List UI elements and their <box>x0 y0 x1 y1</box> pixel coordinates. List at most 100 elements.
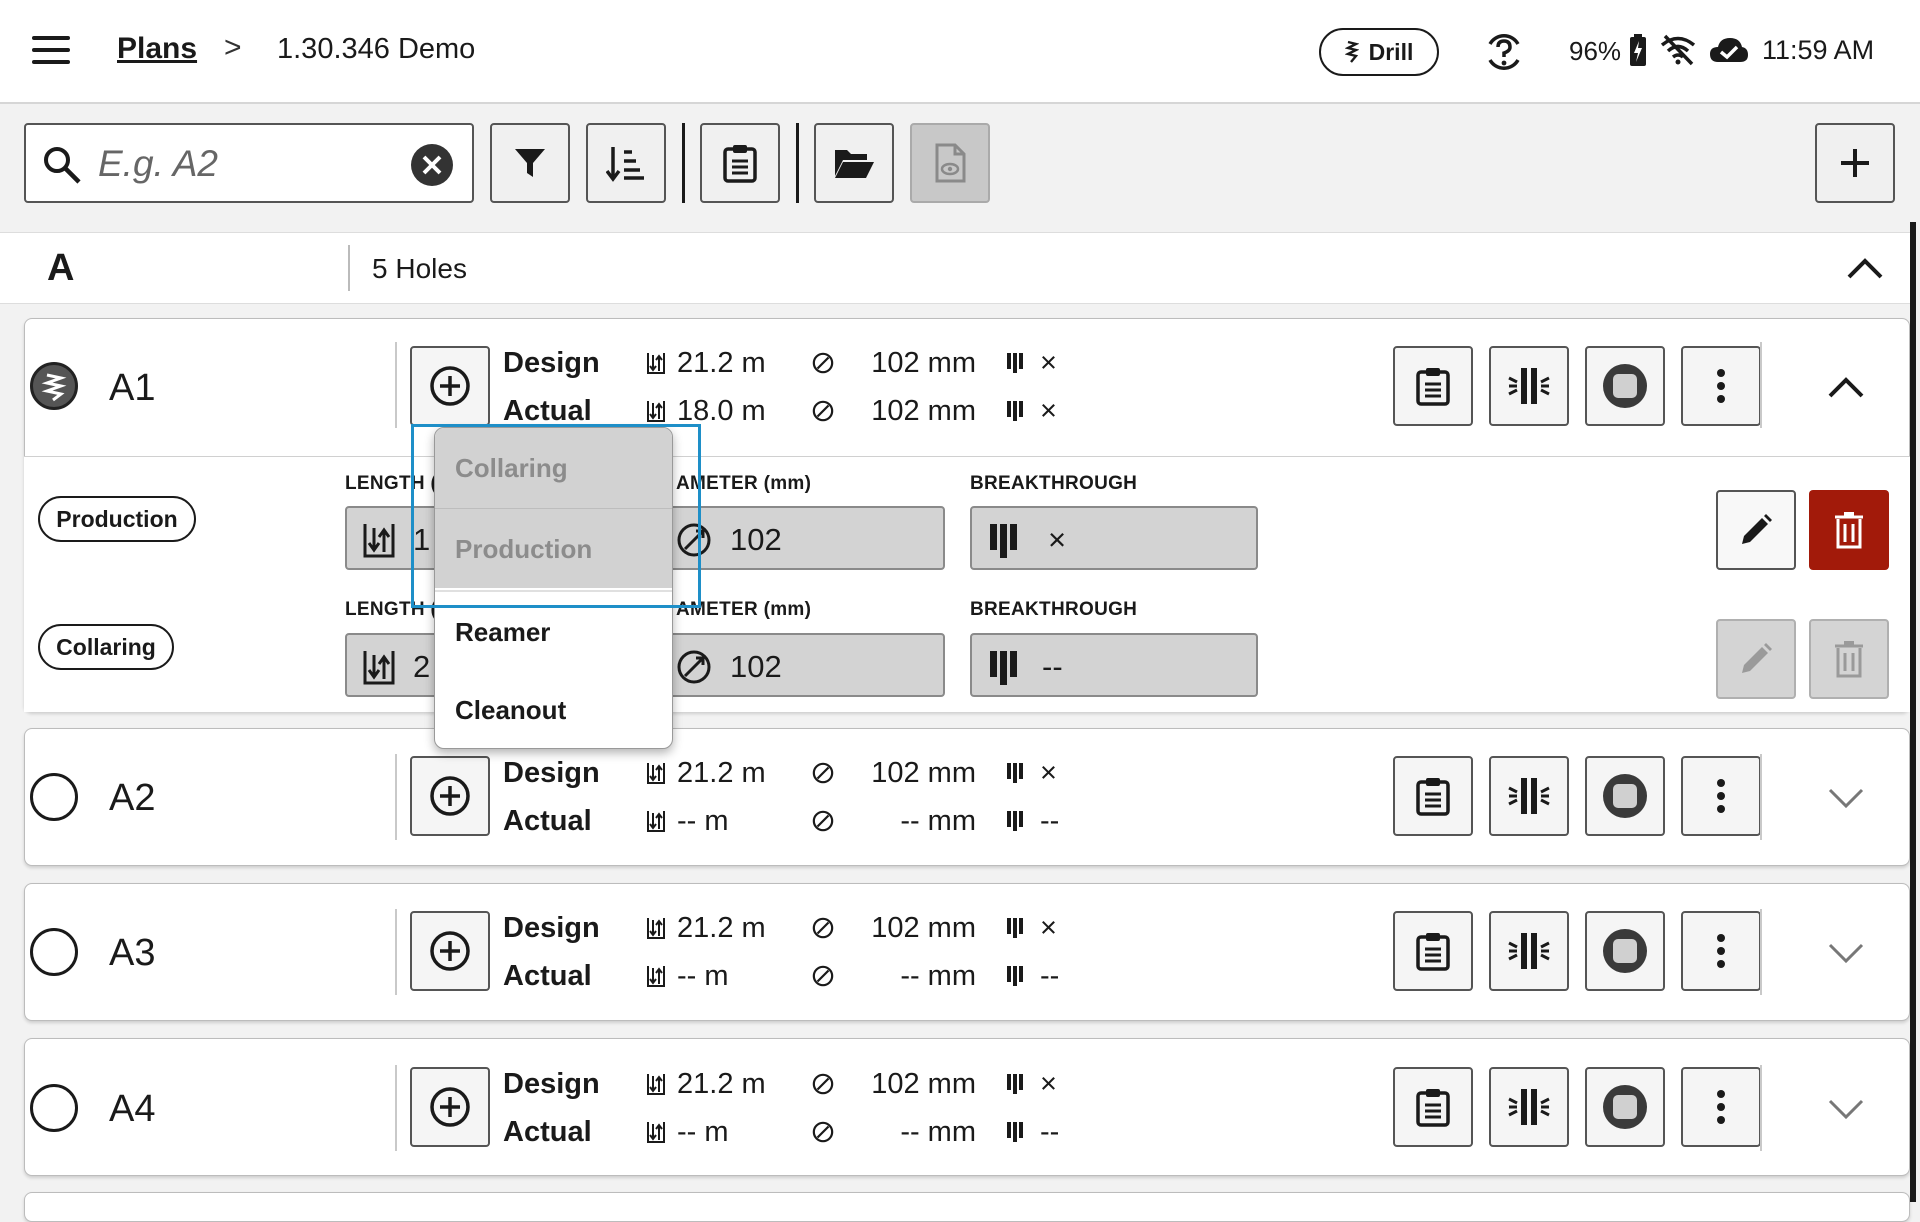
dropdown-option-cleanout[interactable]: Cleanout <box>435 670 672 748</box>
filter-icon <box>515 149 545 177</box>
hole-breakthrough-button[interactable] <box>1489 346 1569 426</box>
breakthrough-field[interactable]: -- <box>970 633 1258 697</box>
diameter-icon <box>812 1121 834 1143</box>
open-folder-button[interactable] <box>814 123 894 203</box>
hole-status-radio[interactable] <box>30 773 78 821</box>
breakthrough-icon <box>1007 1122 1023 1142</box>
design-label: Design <box>503 757 600 789</box>
hole-name: A1 <box>109 367 156 409</box>
sort-icon <box>606 147 644 182</box>
breakthrough-label: BREAKTHROUGH <box>970 599 1138 620</box>
add-pass-button[interactable] <box>410 911 490 991</box>
plus-circle-icon <box>430 776 470 816</box>
hole-stop-button[interactable] <box>1585 1067 1665 1147</box>
breadcrumb-plans-link[interactable]: Plans <box>117 32 197 66</box>
clear-icon[interactable] <box>411 144 453 186</box>
design-breakthrough: × <box>1040 1068 1057 1100</box>
hole-name: A4 <box>109 1088 156 1130</box>
scrollbar[interactable] <box>1910 222 1916 1202</box>
delete-pass-button[interactable] <box>1809 490 1889 570</box>
pass-type-chip[interactable]: Production <box>38 496 196 542</box>
hole-breakthrough-button[interactable] <box>1489 756 1569 836</box>
edit-pass-button[interactable] <box>1716 490 1796 570</box>
breakthrough-burst-icon <box>1508 933 1550 969</box>
diameter-field[interactable]: 102 <box>660 633 945 697</box>
design-length: 21.2 m <box>677 757 766 789</box>
menu-icon[interactable] <box>32 36 72 66</box>
diameter-field[interactable]: 102 <box>660 506 945 570</box>
clipboard-button[interactable] <box>700 123 780 203</box>
pencil-icon <box>1742 514 1772 544</box>
filter-button[interactable] <box>490 123 570 203</box>
breakthrough-field[interactable]: × <box>970 506 1258 570</box>
drill-status-icon[interactable] <box>30 362 78 410</box>
more-vertical-icon <box>1717 1090 1725 1124</box>
search-box[interactable] <box>24 123 474 203</box>
hole-stop-button[interactable] <box>1585 756 1665 836</box>
hole-breakthrough-button[interactable] <box>1489 911 1569 991</box>
toolbar-divider <box>796 123 799 203</box>
diameter-icon <box>812 352 834 374</box>
cloud-done-icon <box>1710 38 1748 62</box>
hole-more-button[interactable] <box>1681 346 1761 426</box>
preview-file-icon <box>935 143 966 183</box>
add-plan-button[interactable] <box>1815 123 1895 203</box>
design-diameter: 102 mm <box>871 1068 976 1100</box>
more-vertical-icon <box>1717 369 1725 403</box>
hole-divider <box>1760 342 1762 428</box>
group-divider <box>348 245 350 291</box>
delete-pass-button[interactable] <box>1809 619 1889 699</box>
design-length: 21.2 m <box>677 1068 766 1100</box>
add-pass-button[interactable] <box>410 1067 490 1147</box>
help-icon[interactable] <box>1482 30 1526 74</box>
hole-name: A3 <box>109 932 156 974</box>
length-icon <box>647 1074 665 1095</box>
hole-stop-button[interactable] <box>1585 346 1665 426</box>
design-length: 21.2 m <box>677 347 766 379</box>
chevron-down-icon[interactable] <box>1826 937 1866 967</box>
chevron-down-icon[interactable] <box>1826 1093 1866 1123</box>
chevron-up-icon[interactable] <box>1846 253 1884 283</box>
group-header[interactable]: A 5 Holes <box>0 232 1910 304</box>
drill-mode-label: Drill <box>1368 38 1414 65</box>
hole-status-radio[interactable] <box>30 1084 78 1132</box>
design-breakthrough: × <box>1040 347 1057 379</box>
chevron-up-icon[interactable] <box>1826 372 1866 402</box>
hole-status-radio[interactable] <box>30 928 78 976</box>
chevron-down-icon[interactable] <box>1826 782 1866 812</box>
hole-notes-button[interactable] <box>1393 1067 1473 1147</box>
drill-mode-chip[interactable]: Drill <box>1319 28 1439 76</box>
more-vertical-icon <box>1717 779 1725 813</box>
diameter-icon <box>812 917 834 939</box>
hole-more-button[interactable] <box>1681 911 1761 991</box>
hole-notes-button[interactable] <box>1393 756 1473 836</box>
hole-stop-button[interactable] <box>1585 911 1665 991</box>
sort-button[interactable] <box>586 123 666 203</box>
hole-breakthrough-button[interactable] <box>1489 1067 1569 1147</box>
preview-file-button[interactable] <box>910 123 990 203</box>
add-pass-button[interactable] <box>410 756 490 836</box>
plus-circle-icon <box>430 366 470 406</box>
edit-pass-button[interactable] <box>1716 619 1796 699</box>
breakthrough-icon <box>1007 966 1023 986</box>
stop-circle-icon <box>1603 774 1647 818</box>
design-diameter: 102 mm <box>871 757 976 789</box>
hole-notes-button[interactable] <box>1393 346 1473 426</box>
hole-more-button[interactable] <box>1681 1067 1761 1147</box>
diameter-icon <box>812 762 834 784</box>
toolbar-divider <box>682 123 685 203</box>
breakthrough-label: BREAKTHROUGH <box>970 473 1138 494</box>
add-pass-button[interactable] <box>410 346 490 426</box>
diameter-icon <box>812 1073 834 1095</box>
pass-type-chip[interactable]: Collaring <box>38 624 174 670</box>
hole-more-button[interactable] <box>1681 756 1761 836</box>
diameter-icon <box>677 650 711 684</box>
hole-card-a5[interactable] <box>24 1192 1910 1222</box>
clipboard-icon <box>1416 933 1450 971</box>
hole-notes-button[interactable] <box>1393 911 1473 991</box>
actual-length: -- m <box>677 960 729 992</box>
trash-icon <box>1835 641 1863 678</box>
search-input[interactable] <box>96 139 416 189</box>
actual-label: Actual <box>503 1116 592 1148</box>
trash-icon <box>1835 512 1863 549</box>
